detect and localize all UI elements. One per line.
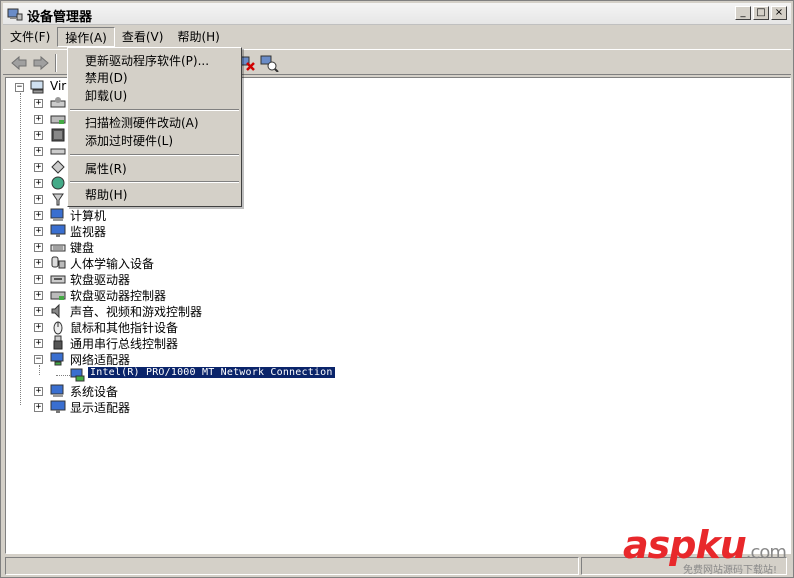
- hid-icon: [51, 256, 66, 269]
- tree-item-usb[interactable]: 通用串行总线控制器: [70, 335, 178, 352]
- tree-item-intel-nic[interactable]: Intel(R) PRO/1000 MT Network Connection: [88, 367, 335, 378]
- network-adapter-icon: [50, 352, 64, 366]
- other-device-icon: [52, 193, 64, 206]
- tree-item-display[interactable]: 显示适配器: [70, 399, 130, 416]
- close-button[interactable]: ×: [771, 6, 787, 20]
- expander-network[interactable]: −: [34, 355, 43, 364]
- menu-help[interactable]: 帮助(H): [170, 27, 226, 47]
- expander-computer[interactable]: +: [34, 211, 43, 220]
- minimize-button[interactable]: _: [735, 6, 751, 20]
- usb-icon: [53, 335, 63, 350]
- tree-item-hid[interactable]: 人体学输入设备: [70, 255, 154, 272]
- tree-item-computer[interactable]: 计算机: [70, 207, 106, 224]
- root-collapse-toggle[interactable]: −: [15, 83, 24, 92]
- status-pane-main: [5, 557, 579, 575]
- tree-expander[interactable]: +: [34, 115, 43, 124]
- toolbar-separator: [55, 54, 57, 72]
- expander-display[interactable]: +: [34, 403, 43, 412]
- forward-arrow-icon[interactable]: [31, 54, 51, 72]
- storage-controller-icon: [50, 115, 66, 124]
- window-title: 设备管理器: [27, 10, 93, 25]
- menu-item-update-driver[interactable]: 更新驱动程序软件(P)...: [85, 53, 209, 69]
- menu-bar: 文件(F) 操作(A) 查看(V) 帮助(H): [3, 26, 791, 48]
- tree-item-floppy-controller[interactable]: 软盘驱动器控制器: [70, 287, 166, 304]
- expander-usb[interactable]: +: [34, 339, 43, 348]
- expander-system[interactable]: +: [34, 387, 43, 396]
- tree-item-mouse[interactable]: 鼠标和其他指针设备: [70, 319, 178, 336]
- device-manager-icon: [7, 8, 23, 21]
- scan-hardware-icon[interactable]: [259, 54, 279, 72]
- menu-action[interactable]: 操作(A): [57, 27, 115, 47]
- tree-item-sound[interactable]: 声音、视频和游戏控制器: [70, 303, 202, 320]
- menu-item-scan-hardware[interactable]: 扫描检测硬件改动(A): [85, 115, 199, 131]
- tree-item-keyboard[interactable]: 键盘: [70, 239, 94, 256]
- tree-expander[interactable]: +: [34, 179, 43, 188]
- floppy-drive-icon: [50, 275, 66, 284]
- network-card-icon: [70, 368, 85, 382]
- expander-sound[interactable]: +: [34, 307, 43, 316]
- menu-item-uninstall[interactable]: 卸载(U): [85, 88, 127, 104]
- tree-expander[interactable]: +: [34, 147, 43, 156]
- menu-item-help[interactable]: 帮助(H): [85, 187, 127, 203]
- menu-view[interactable]: 查看(V): [115, 27, 171, 47]
- expander-keyboard[interactable]: +: [34, 243, 43, 252]
- computer-icon: [50, 208, 64, 221]
- menu-file[interactable]: 文件(F): [3, 27, 57, 47]
- expander-monitor[interactable]: +: [34, 227, 43, 236]
- mouse-icon: [53, 321, 63, 335]
- watermark-subtitle: 免费网站源码下载站!: [683, 565, 778, 576]
- drive-icon: [50, 97, 66, 108]
- back-arrow-icon[interactable]: [9, 54, 29, 72]
- title-bar[interactable]: 设备管理器 _ □ ×: [3, 3, 791, 25]
- tree-item-system[interactable]: 系统设备: [70, 383, 118, 400]
- caption-buttons: _ □ ×: [735, 6, 787, 20]
- network-globe-icon: [51, 176, 65, 190]
- tree-item-floppy-drive[interactable]: 软盘驱动器: [70, 271, 130, 288]
- tree-item-network[interactable]: 网络适配器: [70, 351, 130, 368]
- tree-item-monitor[interactable]: 监视器: [70, 223, 106, 240]
- expander-hid[interactable]: +: [34, 259, 43, 268]
- processor-icon: [51, 128, 65, 142]
- tree-expander[interactable]: +: [34, 99, 43, 108]
- computer-root-icon: [30, 80, 44, 94]
- disk-drive-icon: [50, 148, 66, 155]
- expander-floppy-drive[interactable]: +: [34, 275, 43, 284]
- expander-floppy-controller[interactable]: +: [34, 291, 43, 300]
- speaker-icon: [51, 303, 60, 319]
- ports-icon: [51, 160, 65, 174]
- tree-expander[interactable]: +: [34, 163, 43, 172]
- monitor-icon: [50, 224, 66, 237]
- menu-separator: [70, 154, 239, 156]
- root-computer-label[interactable]: Vir: [50, 79, 66, 93]
- system-device-icon: [50, 384, 64, 397]
- expander-mouse[interactable]: +: [34, 323, 43, 332]
- menu-separator: [70, 181, 239, 183]
- keyboard-icon: [50, 244, 66, 252]
- tree-expander[interactable]: +: [34, 195, 43, 204]
- watermark-logo: aspku.com 免费网站源码下载站!: [623, 523, 793, 577]
- menu-item-properties[interactable]: 属性(R): [85, 161, 127, 177]
- menu-item-disable[interactable]: 禁用(D): [85, 70, 128, 86]
- tree-expander[interactable]: +: [34, 131, 43, 140]
- menu-item-add-legacy[interactable]: 添加过时硬件(L): [85, 133, 173, 149]
- maximize-button[interactable]: □: [753, 6, 769, 20]
- device-manager-window: 设备管理器 _ □ × 文件(F) 操作(A) 查看(V) 帮助(H) − Vi…: [0, 0, 794, 578]
- display-adapter-icon: [50, 400, 66, 413]
- action-menu-dropdown: 更新驱动程序软件(P)... 禁用(D) 卸载(U) 扫描检测硬件改动(A) 添…: [67, 47, 242, 207]
- menu-separator: [70, 109, 239, 111]
- floppy-controller-icon: [50, 291, 66, 300]
